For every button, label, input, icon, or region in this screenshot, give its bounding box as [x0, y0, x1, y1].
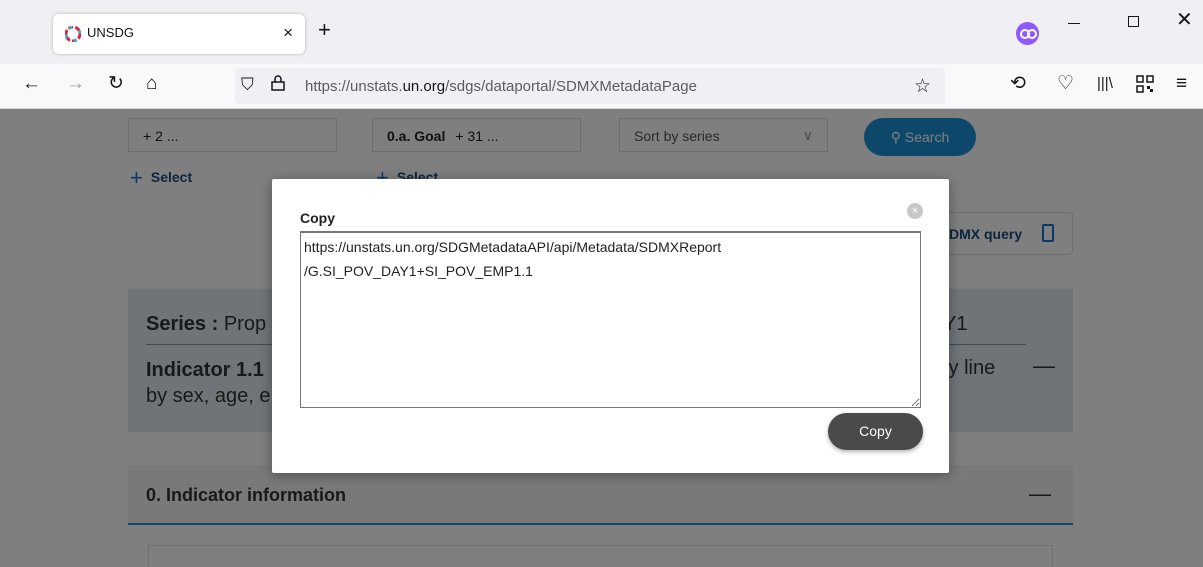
history-icon[interactable]: ⟲	[1010, 74, 1026, 94]
pocket-icon[interactable]: ♡	[1057, 74, 1074, 94]
library-icon[interactable]: |||\	[1097, 74, 1113, 94]
bookmark-star-icon[interactable]: ☆	[914, 75, 931, 98]
browser-tab[interactable]: UNSDG ×	[53, 14, 305, 54]
tab-title: UNSDG	[87, 25, 134, 40]
browser-tab-bar: UNSDG × + ✕	[0, 0, 1203, 64]
maximize-icon[interactable]	[1128, 16, 1139, 27]
query-url-textarea[interactable]	[300, 231, 921, 408]
unsdg-favicon-icon	[65, 26, 81, 42]
browser-nav-bar: ← → ↻ ⌂ ⛉ https://unstats.un.org/sdgs/da…	[0, 64, 1203, 109]
home-icon[interactable]: ⌂	[146, 74, 157, 94]
tracking-shield-icon[interactable]: ⛉	[241, 75, 254, 95]
new-tab-icon[interactable]: +	[318, 19, 331, 41]
url-text[interactable]: https://unstats.un.org/sdgs/dataportal/S…	[305, 78, 697, 95]
menu-icon[interactable]: ≡	[1176, 74, 1187, 94]
private-browsing-icon	[1016, 22, 1039, 45]
reload-icon[interactable]: ↻	[108, 74, 124, 94]
copy-dialog: Copy × Copy	[272, 179, 949, 473]
tab-close-icon[interactable]: ×	[283, 23, 293, 43]
dialog-title: Copy	[300, 210, 335, 226]
back-icon[interactable]: ←	[22, 74, 41, 94]
forward-icon[interactable]: →	[66, 74, 85, 94]
close-icon[interactable]: ×	[907, 203, 923, 219]
minimize-icon[interactable]	[1068, 23, 1080, 24]
copy-button[interactable]: Copy	[828, 413, 923, 450]
qr-code-icon[interactable]	[1136, 75, 1154, 93]
lock-icon[interactable]	[271, 75, 285, 91]
window-close-icon[interactable]: ✕	[1176, 7, 1193, 32]
url-bar[interactable]: ⛉ https://unstats.un.org/sdgs/dataportal…	[235, 68, 945, 104]
